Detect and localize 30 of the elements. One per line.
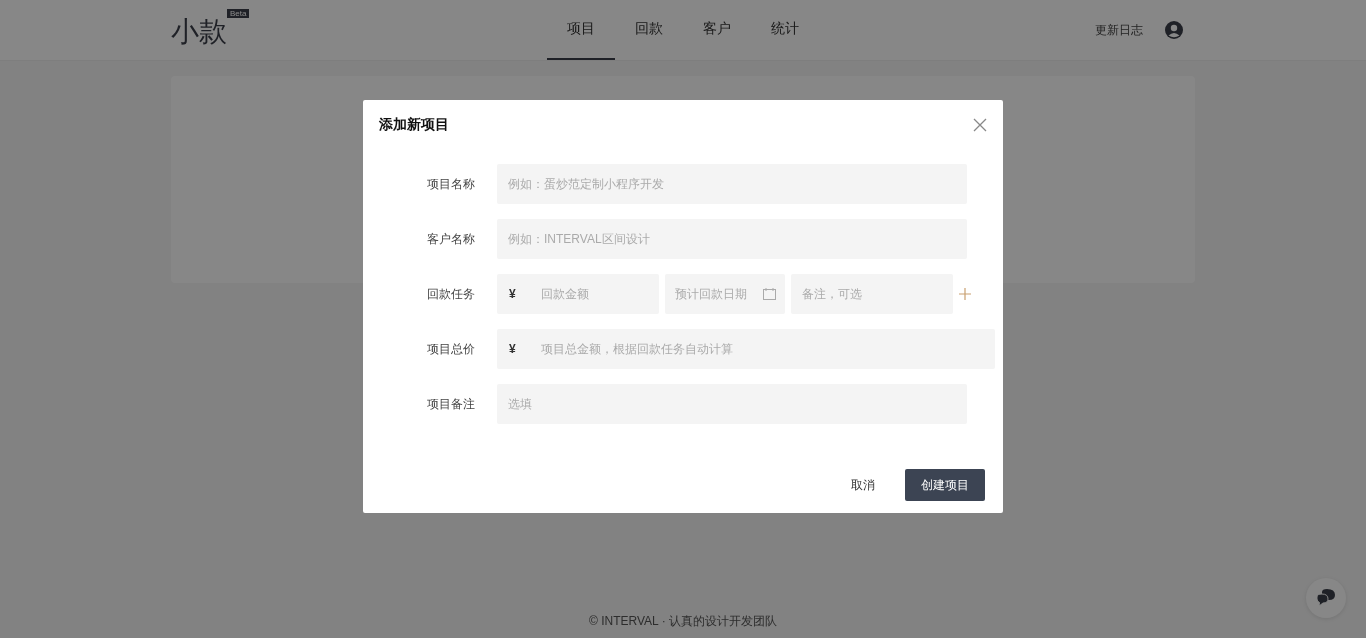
plus-icon xyxy=(959,288,971,300)
logo[interactable]: 小款 xyxy=(171,13,227,51)
calendar-icon xyxy=(763,288,776,300)
changelog-link[interactable]: 更新日志 xyxy=(1095,21,1143,39)
currency-symbol: ¥ xyxy=(509,342,516,356)
field-label: 项目总价 xyxy=(426,340,476,358)
input-field[interactable]: 选填 xyxy=(497,384,967,424)
currency-symbol: ¥ xyxy=(509,287,516,301)
footer-text: © INTERVAL · 认真的设计开发团队 xyxy=(589,614,777,628)
date-field[interactable]: 预计回款日期 xyxy=(665,274,785,314)
nav-tab[interactable]: 客户 xyxy=(683,0,751,60)
nav-tab[interactable]: 统计 xyxy=(751,0,819,60)
note-field[interactable]: 备注，可选 xyxy=(791,274,953,314)
nav-tab[interactable]: 项目 xyxy=(547,0,615,60)
create-project-button[interactable]: 创建项目 xyxy=(905,469,985,501)
close-icon xyxy=(973,118,987,132)
close-button[interactable] xyxy=(973,118,987,132)
input-field[interactable]: 例如：INTERVAL区间设计 xyxy=(497,219,967,259)
chat-button[interactable] xyxy=(1306,578,1346,618)
nav-tab[interactable]: 回款 xyxy=(615,0,683,60)
cancel-button[interactable]: 取消 xyxy=(845,475,881,495)
field-label: 项目名称 xyxy=(426,175,476,193)
chat-bubbles-icon xyxy=(1316,589,1336,607)
field-label: 回款任务 xyxy=(426,285,476,303)
beta-badge: Beta xyxy=(227,9,250,18)
input-field[interactable]: 例如：蛋炒范定制小程序开发 xyxy=(497,164,967,204)
dialog-title: 添加新项目 xyxy=(379,116,449,134)
field-label: 客户名称 xyxy=(426,230,476,248)
user-icon[interactable] xyxy=(1165,21,1183,39)
field-label: 项目备注 xyxy=(426,395,476,413)
